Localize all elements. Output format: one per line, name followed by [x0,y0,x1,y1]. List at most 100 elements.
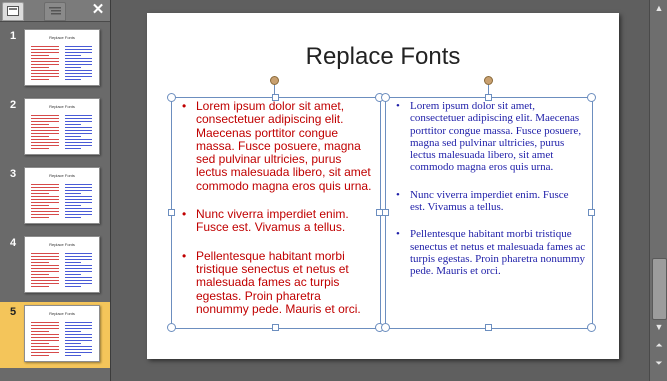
outline-tab[interactable] [44,2,66,21]
thumbnail-preview: Replace Fonts [24,236,100,293]
left-content-placeholder[interactable]: • Lorem ipsum dolor sit amet, consectetue… [171,97,381,329]
slide-thumbnail-1[interactable]: 1 Replace Fonts [0,26,110,92]
resize-handle-edge[interactable] [588,209,595,216]
thumbnail-text-line [65,190,92,191]
resize-handle-edge[interactable] [485,94,492,101]
thumbnail-text-line [31,142,59,143]
thumbnail-text-line [65,127,92,128]
bullet-dot: • [182,207,187,222]
thumbnail-preview: Replace Fonts [24,29,100,86]
thumbnail-text-line [65,328,92,329]
thumbnail-title: Replace Fonts [49,311,75,316]
thumbnail-text-line [31,322,59,323]
bullet-item[interactable]: • Lorem ipsum dolor sit amet, consectetue… [178,99,374,193]
thumbnail-text-line [65,253,92,254]
thumbnail-text-line [31,58,59,59]
thumbnail-text-line [65,349,92,350]
slide-thumbnail-4[interactable]: 4 Replace Fonts [0,233,110,299]
thumbnail-text-line [31,211,59,212]
slide-thumbnail-5[interactable]: 5 Replace Fonts [0,302,110,368]
bullet-item[interactable]: • Nunc viverra imperdiet enim. Fusce est.… [392,189,586,214]
slide-number: 5 [10,306,17,318]
resize-handle-edge[interactable] [382,209,389,216]
thumbnail-text-line [31,55,49,56]
thumbnail-text-line [31,346,59,347]
thumbnail-text-line [65,271,92,272]
bullet-item[interactable]: • Nunc viverra imperdiet enim. Fusce est.… [178,207,374,235]
bullet-item[interactable]: • Lorem ipsum dolor sit amet, consectetue… [392,100,586,174]
resize-handle-corner[interactable] [167,323,176,332]
thumbnail-text-line [65,61,92,62]
scroll-up-icon[interactable]: ▲ [651,1,667,15]
rotate-handle[interactable] [270,76,279,85]
slide-title[interactable]: Replace Fonts [147,43,619,71]
resize-handle-corner[interactable] [381,93,390,102]
thumbnail-text-line [31,76,59,77]
thumbnail-text-line [31,343,49,344]
thumbnail-text-line [65,46,92,47]
pane-close-icon[interactable]: ✕ [90,1,106,19]
thumbnail-text-line [31,328,59,329]
outline-tab-icon [49,7,61,15]
thumbnail-text-line [31,286,49,287]
thumbnail-text-line [31,148,49,149]
bullet-text: Lorem ipsum dolor sit amet, consectetuer… [410,100,582,174]
bullet-item[interactable]: • Pellentesque habitant morbi tristique s… [178,249,374,316]
resize-handle-corner[interactable] [167,93,176,102]
bullet-dot: • [396,228,400,241]
thumbnail-text-line [31,73,59,74]
thumbnail-text-line [65,136,81,137]
scrollbar-thumb[interactable] [652,258,667,320]
resize-handle-corner[interactable] [587,323,596,332]
thumbnail-text-line [65,262,81,263]
previous-slide-icon[interactable]: ⏶ [651,338,667,352]
thumbnail-text-line [31,124,49,125]
bullet-dot: • [182,99,187,113]
right-content-placeholder[interactable]: • Lorem ipsum dolor sit amet, consectetue… [385,97,593,329]
thumbnail-text-line [31,115,59,116]
thumbnail-text-line [31,187,59,188]
bullet-dot: • [396,188,400,201]
slides-tab[interactable] [2,2,24,21]
resize-handle-edge[interactable] [168,209,175,216]
thumbnail-text-line [31,202,59,203]
thumbnail-text-line [31,118,59,119]
rotate-handle[interactable] [484,76,493,85]
resize-handle-edge[interactable] [272,324,279,331]
slide-canvas[interactable]: Replace Fonts • Lorem ipsum dolor sit ame… [147,13,619,359]
thumbnail-preview: Replace Fonts [24,305,100,362]
thumbnail-text-line [65,346,92,347]
scroll-down-icon[interactable]: ▼ [651,320,667,334]
thumbnail-text-line [65,265,92,266]
next-slide-icon[interactable]: ⏷ [651,356,667,370]
thumbnail-text-line [31,337,59,338]
thumbnail-text-line [31,196,59,197]
thumbnail-text-line [65,286,81,287]
thumbnail-text-line [31,49,59,50]
thumbnail-text-line [65,217,81,218]
bullet-item[interactable]: • Pellentesque habitant morbi tristique s… [392,228,586,277]
thumbnail-text-line [65,208,92,209]
vertical-scrollbar[interactable]: ▲ ▼ ⏶ ⏷ [649,0,667,381]
thumbnail-text-line [31,274,49,275]
resize-handle-edge[interactable] [272,94,279,101]
thumbnail-text-line [31,253,59,254]
slide-thumbnail-3[interactable]: 3 Replace Fonts [0,164,110,230]
bullet-text: Lorem ipsum dolor sit amet, consectetuer… [196,99,372,193]
thumbnail-text-line [31,199,59,200]
thumbnail-text-line [65,70,92,71]
thumbnail-text-line [65,202,92,203]
thumbnail-text-line [31,70,59,71]
slides-pane: ✕ 1 Replace Fonts 2 Replace Fonts 3 Repl… [0,0,111,381]
thumbnail-text-line [31,277,59,278]
thumbnail-text-line [65,73,92,74]
resize-handle-corner[interactable] [381,323,390,332]
resize-handle-corner[interactable] [587,93,596,102]
resize-handle-edge[interactable] [485,324,492,331]
slides-tab-icon [7,6,19,16]
slide-thumbnail-2[interactable]: 2 Replace Fonts [0,95,110,161]
thumbnail-text-line [31,127,59,128]
thumbnail-text-line [65,124,81,125]
thumbnail-text-line [31,325,59,326]
thumbnail-text-line [31,64,59,65]
